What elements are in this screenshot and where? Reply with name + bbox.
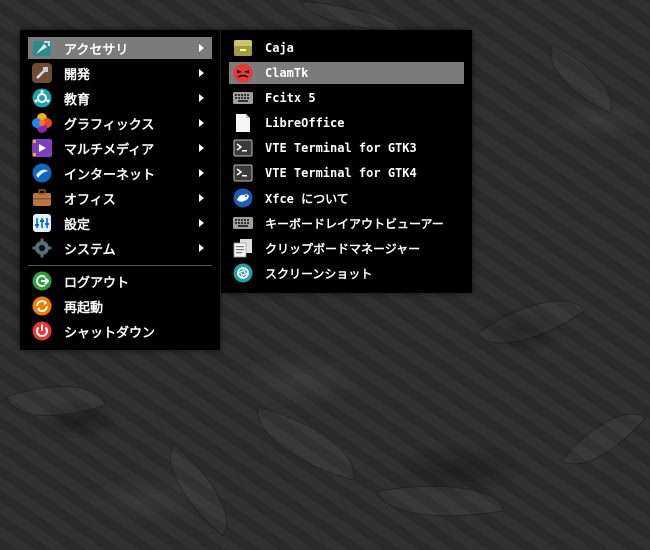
antivirus-icon — [233, 63, 253, 83]
submenu-item-about-xfce[interactable]: Xfce について — [229, 187, 464, 209]
submenu-arrow-icon — [199, 44, 204, 52]
menu-item-development[interactable]: 開発 — [28, 62, 212, 84]
restart-icon — [32, 296, 52, 316]
submenu-item-caja[interactable]: Caja — [229, 37, 464, 59]
menu-item-label: アクセサリ — [64, 42, 129, 58]
wallpaper-leaf — [476, 274, 586, 370]
submenu-item-label: クリップボードマネージャー — [265, 241, 421, 256]
terminal-icon — [233, 163, 253, 183]
menu-separator — [28, 265, 212, 266]
submenu-arrow-icon — [199, 69, 204, 77]
submenu-item-label: スクリーンショット — [265, 266, 373, 281]
menu-item-label: マルチメディア — [64, 142, 155, 158]
submenu-arrow-icon — [199, 119, 204, 127]
wallpaper-leaf — [560, 393, 647, 485]
menu-item-graphics[interactable]: グラフィックス — [28, 112, 212, 134]
camera-icon — [233, 263, 253, 283]
menu-item-shutdown[interactable]: シャットダウン — [28, 320, 212, 342]
wallpaper-leaf — [299, 0, 403, 34]
system-icon — [32, 238, 52, 258]
xfce-icon — [233, 188, 253, 208]
logout-icon — [32, 271, 52, 291]
education-icon — [32, 88, 52, 108]
submenu-arrow-icon — [199, 244, 204, 252]
menu-item-label: ログアウト — [64, 275, 130, 291]
menu-item-label: グラフィックス — [64, 117, 155, 133]
menu-item-label: 開発 — [64, 67, 91, 83]
submenu-item-label: ClamTk — [265, 66, 309, 80]
wallpaper-leaf — [148, 443, 249, 537]
menu-item-logout[interactable]: ログアウト — [28, 270, 212, 292]
application-menu: アクセサリ 開発 教育 グラフィックス マルチメディア インターネット オフィス… — [20, 30, 220, 350]
settings-icon — [32, 213, 52, 233]
submenu-item-clipboard-manager[interactable]: クリップボードマネージャー — [229, 237, 464, 259]
terminal-icon — [233, 138, 253, 158]
menu-item-system[interactable]: システム — [28, 237, 212, 259]
submenu-item-fcitx5[interactable]: Fcitx 5 — [229, 87, 464, 109]
submenu-arrow-icon — [199, 169, 204, 177]
menu-item-office[interactable]: オフィス — [28, 187, 212, 209]
file-manager-icon — [233, 38, 253, 58]
submenu-item-label: VTE Terminal for GTK3 — [265, 141, 417, 155]
submenu-arrow-icon — [199, 194, 204, 202]
menu-item-label: 再起動 — [64, 300, 104, 316]
menu-item-label: 教育 — [64, 92, 91, 108]
wallpaper-leaf — [5, 365, 107, 437]
development-icon — [32, 63, 52, 83]
clipboard-icon — [233, 238, 253, 258]
menu-item-accessories[interactable]: アクセサリ — [28, 37, 212, 59]
submenu-item-label: Xfce について — [265, 191, 349, 206]
document-icon — [233, 113, 253, 133]
keyboard-icon — [233, 213, 253, 233]
wallpaper-leaf — [245, 406, 367, 481]
graphics-icon — [32, 113, 52, 133]
menu-item-label: 設定 — [64, 217, 91, 233]
menu-item-label: インターネット — [64, 167, 156, 183]
submenu-item-label: Caja — [265, 41, 294, 55]
menu-item-settings[interactable]: 設定 — [28, 212, 212, 234]
menu-item-restart[interactable]: 再起動 — [28, 295, 212, 317]
submenu-item-label: Fcitx 5 — [265, 91, 316, 105]
menu-item-internet[interactable]: インターネット — [28, 162, 212, 184]
internet-icon — [32, 163, 52, 183]
keyboard-icon — [233, 88, 253, 108]
multimedia-icon — [32, 138, 52, 158]
submenu-item-keyboard-layout-viewer[interactable]: キーボードレイアウトビューアー — [229, 212, 464, 234]
submenu-item-libreoffice[interactable]: LibreOffice — [229, 112, 464, 134]
wallpaper-leaf — [377, 469, 505, 533]
menu-item-label: シャットダウン — [64, 325, 156, 341]
menu-item-label: オフィス — [64, 192, 116, 208]
submenu-item-vte-gtk4[interactable]: VTE Terminal for GTK4 — [229, 162, 464, 184]
submenu-item-clamtk[interactable]: ClamTk — [229, 62, 464, 84]
submenu-item-vte-gtk3[interactable]: VTE Terminal for GTK3 — [229, 137, 464, 159]
wallpaper-leaf — [535, 44, 627, 114]
submenu-arrow-icon — [199, 219, 204, 227]
accessories-icon — [32, 38, 52, 58]
submenu-arrow-icon — [199, 94, 204, 102]
submenu-item-label: VTE Terminal for GTK4 — [265, 166, 417, 180]
submenu-item-label: LibreOffice — [265, 116, 345, 130]
menu-item-label: システム — [64, 242, 116, 258]
accessories-submenu: Caja ClamTk Fcitx 5 LibreOffice VTE Term… — [221, 30, 472, 293]
submenu-item-screenshot[interactable]: スクリーンショット — [229, 262, 464, 284]
menu-item-education[interactable]: 教育 — [28, 87, 212, 109]
shutdown-icon — [32, 321, 52, 341]
office-icon — [32, 188, 52, 208]
menu-item-multimedia[interactable]: マルチメディア — [28, 137, 212, 159]
submenu-item-label: キーボードレイアウトビューアー — [265, 216, 444, 231]
submenu-arrow-icon — [199, 144, 204, 152]
